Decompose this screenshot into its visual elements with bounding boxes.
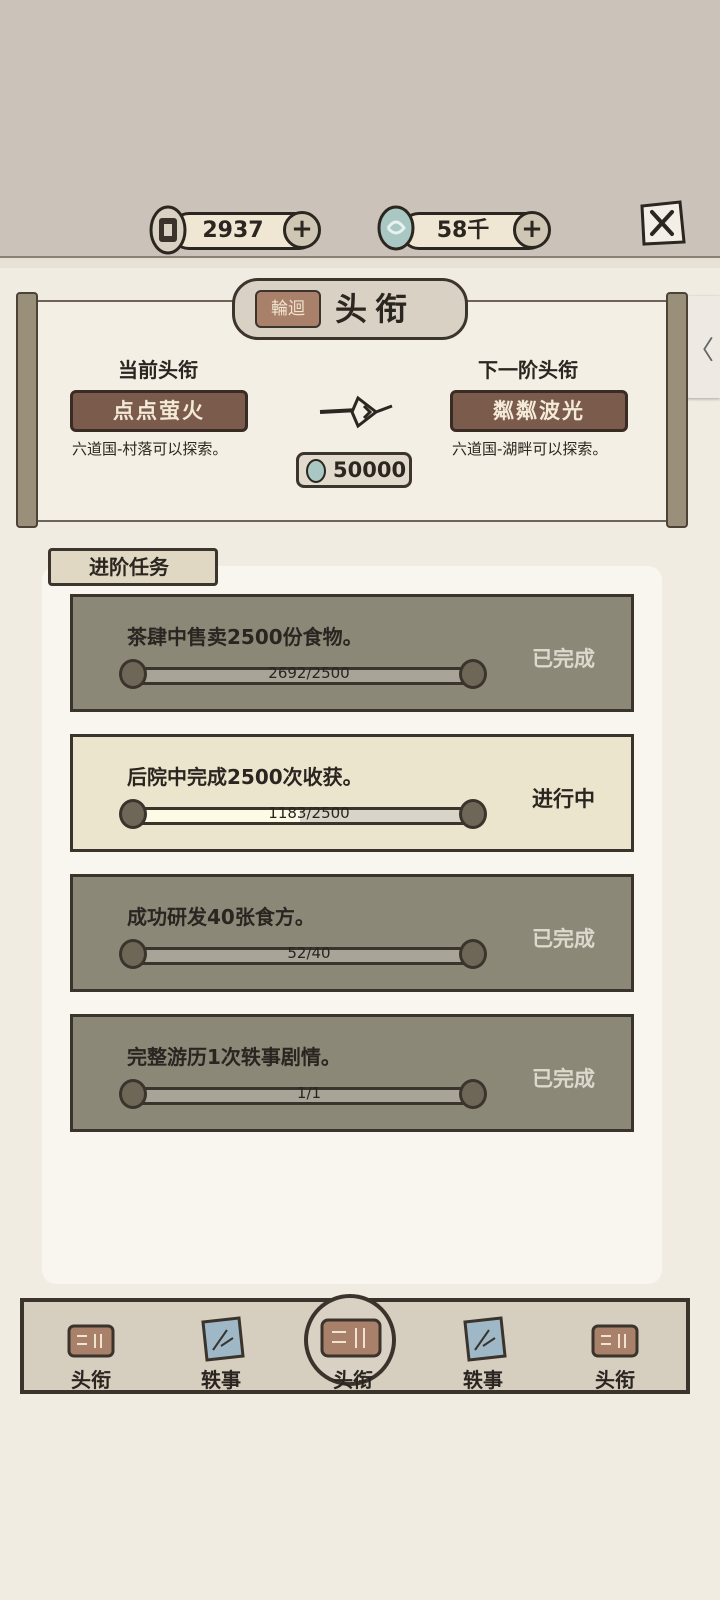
jade-add-button[interactable]: + <box>513 211 551 249</box>
coin-value: 2937 <box>202 218 264 243</box>
task-status: 已完成 <box>532 647 595 671</box>
current-rank-plate: 点点萤火 <box>70 390 248 432</box>
nav-label: 轶事 <box>201 1368 241 1392</box>
upgrade-cost-value: 50000 <box>333 458 407 482</box>
task-status: 进行中 <box>532 787 595 811</box>
task-card[interactable]: 后院中完成2500次收获。 1183/2500 进行中 <box>70 734 634 852</box>
scroll-map-icon <box>201 1316 245 1362</box>
task-progress-text: 2692/2500 <box>268 664 350 682</box>
nav-label: 头衔 <box>595 1368 635 1392</box>
task-card[interactable]: 成功研发40张食方。 52/40 已完成 <box>70 874 634 992</box>
side-chevron-icon: 〈 <box>688 336 715 366</box>
samsara-seal-icon: 輪迴 <box>255 290 321 328</box>
next-rank-desc: 六道国-湖畔可以探索。 <box>452 440 608 458</box>
jade-counter: 58千 + <box>400 211 551 250</box>
task-progress-text: 52/40 <box>287 944 331 962</box>
jade-value: 58千 <box>436 218 490 243</box>
nav-item-anecdote[interactable]: 轶事 <box>438 1316 528 1393</box>
task-status: 已完成 <box>532 1067 595 1091</box>
nav-item-title[interactable]: 头衔 <box>570 1316 660 1393</box>
task-description: 后院中完成2500次收获。 <box>127 765 363 789</box>
section-tab-advance-tasks: 进阶任务 <box>48 548 218 586</box>
jade-icon <box>306 459 326 483</box>
close-button[interactable] <box>636 198 688 248</box>
page-title: 头衔 <box>335 290 416 328</box>
top-band-edge <box>0 256 720 268</box>
scroll-rod-right <box>666 292 688 528</box>
current-rank-desc: 六道国-村落可以探索。 <box>72 440 228 458</box>
coin-icon <box>149 205 187 255</box>
scroll-map-icon <box>463 1316 507 1362</box>
task-card[interactable]: 茶肆中售卖2500份食物。 2692/2500 已完成 <box>70 594 634 712</box>
coin-counter: 2937 + <box>170 211 321 250</box>
nav-label: 轶事 <box>463 1368 503 1392</box>
samsara-seal-icon <box>591 1324 639 1358</box>
next-rank-plate: 粼粼波光 <box>450 390 628 432</box>
top-band <box>0 0 720 268</box>
task-description: 茶肆中售卖2500份食物。 <box>127 625 363 649</box>
task-card[interactable]: 完整游历1次轶事剧情。 1/1 已完成 <box>70 1014 634 1132</box>
task-progress-text: 1/1 <box>296 1084 322 1102</box>
task-progress-text: 1183/2500 <box>268 804 350 822</box>
jade-icon <box>377 205 415 251</box>
upgrade-cost[interactable]: 50000 <box>296 452 412 488</box>
samsara-seal-icon <box>320 1318 382 1358</box>
section-title: 进阶任务 <box>89 555 169 579</box>
samsara-seal-icon <box>67 1324 115 1358</box>
task-description: 成功研发40张食方。 <box>127 905 315 929</box>
coin-add-button[interactable]: + <box>283 211 321 249</box>
task-status: 已完成 <box>532 927 595 951</box>
next-title-label: 下一阶头衔 <box>478 358 578 382</box>
nav-label: 头衔 <box>333 1368 373 1392</box>
nav-label: 头衔 <box>71 1368 111 1392</box>
title-plaque: 輪迴 头衔 <box>232 278 468 340</box>
nav-item-anecdote[interactable]: 轶事 <box>176 1316 266 1393</box>
arrow-right-icon <box>319 395 393 429</box>
scroll-rod-left <box>16 292 38 528</box>
task-description: 完整游历1次轶事剧情。 <box>127 1045 341 1069</box>
current-title-label: 当前头衔 <box>118 358 198 382</box>
nav-item-title[interactable]: 头衔 <box>46 1316 136 1393</box>
